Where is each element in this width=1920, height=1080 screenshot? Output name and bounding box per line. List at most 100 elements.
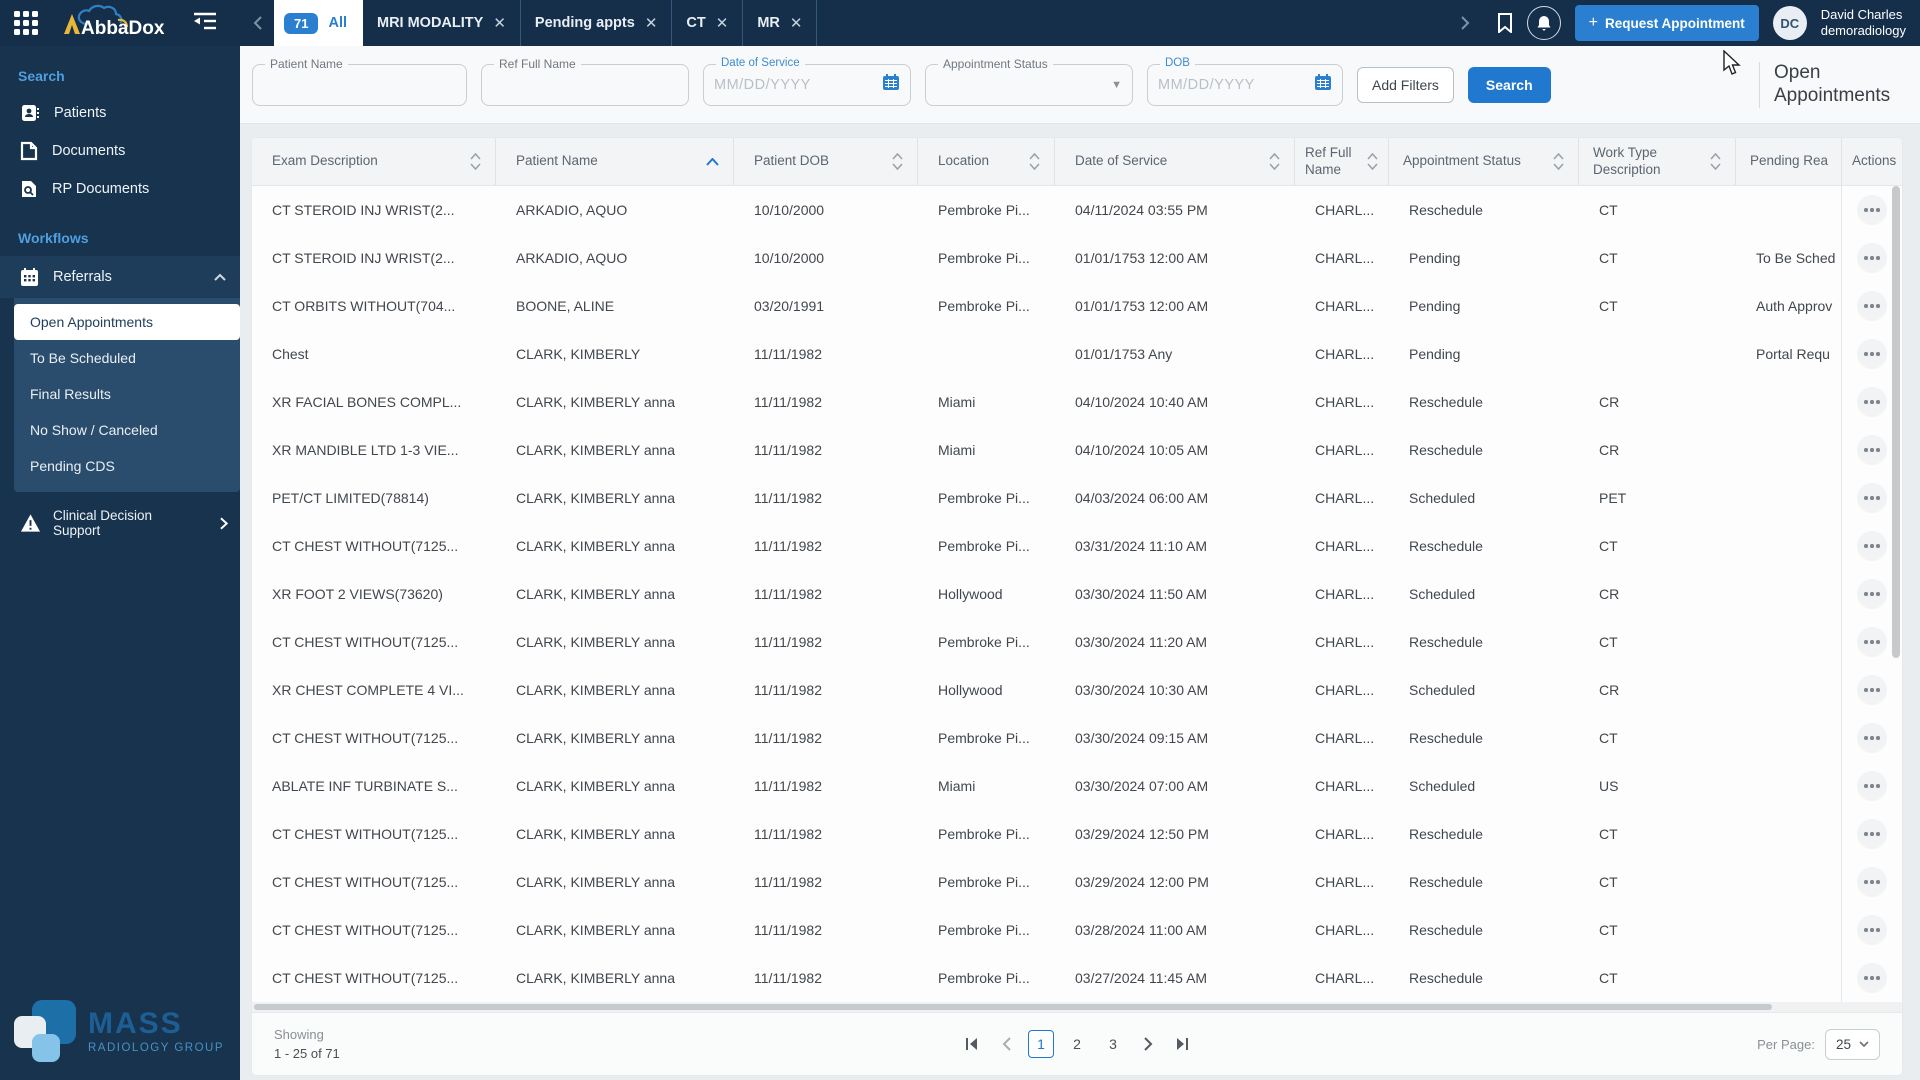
horizontal-scrollbar[interactable] [252, 1002, 1902, 1012]
previous-page-button[interactable] [994, 1032, 1018, 1056]
per-page-select[interactable]: 25 [1824, 1028, 1880, 1060]
table-row[interactable]: CT CHEST WITHOUT(7125... CLARK, KIMBERLY… [252, 810, 1902, 858]
patient-name-field[interactable]: Patient Name [252, 56, 467, 106]
table-row[interactable]: CT STEROID INJ WRIST(2... ARKADIO, AQUO … [252, 234, 1902, 282]
row-actions-button[interactable] [1857, 819, 1887, 849]
vertical-scrollbar[interactable] [1892, 186, 1900, 1000]
tabs-scroll-left-icon[interactable] [240, 0, 274, 46]
tab-pending-appts[interactable]: Pending appts ✕ [521, 0, 673, 46]
table-row[interactable]: CT CHEST WITHOUT(7125... CLARK, KIMBERLY… [252, 522, 1902, 570]
calendar-icon[interactable] [882, 73, 900, 96]
row-actions-button[interactable] [1857, 483, 1887, 513]
table-row[interactable]: CT CHEST WITHOUT(7125... CLARK, KIMBERLY… [252, 906, 1902, 954]
dob-input[interactable] [1158, 76, 1310, 93]
tabs-scroll-right-icon[interactable] [1449, 16, 1483, 30]
page-button-3[interactable]: 3 [1100, 1030, 1126, 1058]
column-header-ref-full-name[interactable]: Ref Full Name [1295, 138, 1389, 185]
sidebar-item-rp-documents[interactable]: RP Documents [0, 170, 240, 208]
row-actions-button[interactable] [1857, 243, 1887, 273]
row-actions-button[interactable] [1857, 627, 1887, 657]
column-header-patient-dob[interactable]: Patient DOB [734, 138, 918, 185]
table-row[interactable]: CT ORBITS WITHOUT(704... BOONE, ALINE 03… [252, 282, 1902, 330]
table-row[interactable]: CT CHEST WITHOUT(7125... CLARK, KIMBERLY… [252, 954, 1902, 1002]
row-actions-button[interactable] [1857, 435, 1887, 465]
table-row[interactable]: ABLATE INF TURBINATE S... CLARK, KIMBERL… [252, 762, 1902, 810]
row-actions-button[interactable] [1857, 195, 1887, 225]
appointment-status-field[interactable]: Appointment Status ▼ [925, 56, 1133, 106]
bookmark-icon[interactable] [1497, 13, 1513, 33]
column-header-patient-name[interactable]: Patient Name [496, 138, 734, 185]
user-info[interactable]: David Charles demoradiology [1821, 7, 1906, 40]
table-row[interactable]: CT CHEST WITHOUT(7125... CLARK, KIMBERLY… [252, 714, 1902, 762]
row-actions-button[interactable] [1857, 771, 1887, 801]
last-page-button[interactable] [1170, 1032, 1194, 1056]
table-row[interactable]: CT STEROID INJ WRIST(2... ARKADIO, AQUO … [252, 186, 1902, 234]
notifications-bell-icon[interactable] [1526, 6, 1561, 40]
first-page-button[interactable] [960, 1032, 984, 1056]
tab-mr[interactable]: MR ✕ [743, 0, 818, 46]
search-button[interactable]: Search [1467, 66, 1551, 103]
dob-field[interactable]: DOB [1147, 56, 1343, 106]
sort-icon[interactable] [470, 153, 481, 170]
sidebar-item-patients[interactable]: Patients [0, 94, 240, 132]
date-of-service-input[interactable] [714, 76, 878, 93]
sort-icon[interactable] [1269, 153, 1280, 170]
sidebar-item-documents[interactable]: Documents [0, 132, 240, 170]
column-header-appointment-status[interactable]: Appointment Status [1389, 138, 1579, 185]
close-tab-icon[interactable]: ✕ [645, 16, 658, 31]
row-actions-button[interactable] [1857, 339, 1887, 369]
dropdown-arrow-icon[interactable]: ▼ [1111, 79, 1122, 91]
tab-ct[interactable]: CT ✕ [672, 0, 744, 46]
row-actions-button[interactable] [1857, 867, 1887, 897]
ref-full-name-input[interactable] [492, 76, 678, 93]
sidebar-item-open-appointments[interactable]: Open Appointments [14, 304, 240, 340]
tab-all[interactable]: 71 All [274, 0, 363, 46]
table-row[interactable]: CT CHEST WITHOUT(7125... CLARK, KIMBERLY… [252, 618, 1902, 666]
close-tab-icon[interactable]: ✕ [493, 16, 506, 31]
next-page-button[interactable] [1136, 1032, 1160, 1056]
tab-mri-modality[interactable]: MRI MODALITY ✕ [363, 0, 521, 46]
add-filters-button[interactable]: Add Filters [1357, 66, 1454, 103]
table-row[interactable]: XR MANDIBLE LTD 1-3 VIE... CLARK, KIMBER… [252, 426, 1902, 474]
sort-icon[interactable] [1029, 153, 1040, 170]
column-header-work-type-description[interactable]: Work Type Description [1579, 138, 1736, 185]
sidebar-item-clinical-decision-support[interactable]: Clinical Decision Support [0, 492, 240, 554]
sort-ascending-icon[interactable] [706, 157, 719, 166]
row-actions-button[interactable] [1857, 291, 1887, 321]
sidebar-item-pending-cds[interactable]: Pending CDS [14, 448, 240, 484]
row-actions-button[interactable] [1857, 531, 1887, 561]
request-appointment-button[interactable]: + Request Appointment [1574, 5, 1759, 41]
sidebar-item-final-results[interactable]: Final Results [14, 376, 240, 412]
sidebar-item-to-be-scheduled[interactable]: To Be Scheduled [14, 340, 240, 376]
page-button-1[interactable]: 1 [1028, 1030, 1054, 1058]
calendar-icon[interactable] [1314, 73, 1332, 96]
abbadox-logo[interactable]: AbbaDox [54, 4, 174, 42]
row-actions-button[interactable] [1857, 579, 1887, 609]
close-tab-icon[interactable]: ✕ [716, 16, 729, 31]
sidebar-item-no-show-canceled[interactable]: No Show / Canceled [14, 412, 240, 448]
sort-icon[interactable] [892, 153, 903, 170]
table-row[interactable]: XR CHEST COMPLETE 4 VI... CLARK, KIMBERL… [252, 666, 1902, 714]
column-header-location[interactable]: Location [918, 138, 1055, 185]
date-of-service-field[interactable]: Date of Service [703, 56, 911, 106]
patient-name-input[interactable] [263, 76, 456, 93]
sidebar-item-referrals[interactable]: Referrals [0, 256, 240, 298]
sort-icon[interactable] [1553, 153, 1564, 170]
user-avatar[interactable]: DC [1772, 6, 1807, 40]
table-row[interactable]: PET/CT LIMITED(78814) CLARK, KIMBERLY an… [252, 474, 1902, 522]
row-actions-button[interactable] [1857, 723, 1887, 753]
row-actions-button[interactable] [1857, 675, 1887, 705]
ref-full-name-field[interactable]: Ref Full Name [481, 56, 689, 106]
close-tab-icon[interactable]: ✕ [790, 16, 803, 31]
row-actions-button[interactable] [1857, 387, 1887, 417]
table-row[interactable]: XR FACIAL BONES COMPL... CLARK, KIMBERLY… [252, 378, 1902, 426]
collapse-sidebar-icon[interactable] [192, 11, 218, 36]
column-header-pending-reason[interactable]: Pending Rea [1736, 138, 1842, 185]
table-row[interactable]: CT CHEST WITHOUT(7125... CLARK, KIMBERLY… [252, 858, 1902, 906]
table-row[interactable]: XR FOOT 2 VIEWS(73620) CLARK, KIMBERLY a… [252, 570, 1902, 618]
page-button-2[interactable]: 2 [1064, 1030, 1090, 1058]
row-actions-button[interactable] [1857, 915, 1887, 945]
table-row[interactable]: Chest CLARK, KIMBERLY 11/11/1982 01/01/1… [252, 330, 1902, 378]
column-header-date-of-service[interactable]: Date of Service [1055, 138, 1295, 185]
sort-icon[interactable] [1710, 153, 1721, 170]
